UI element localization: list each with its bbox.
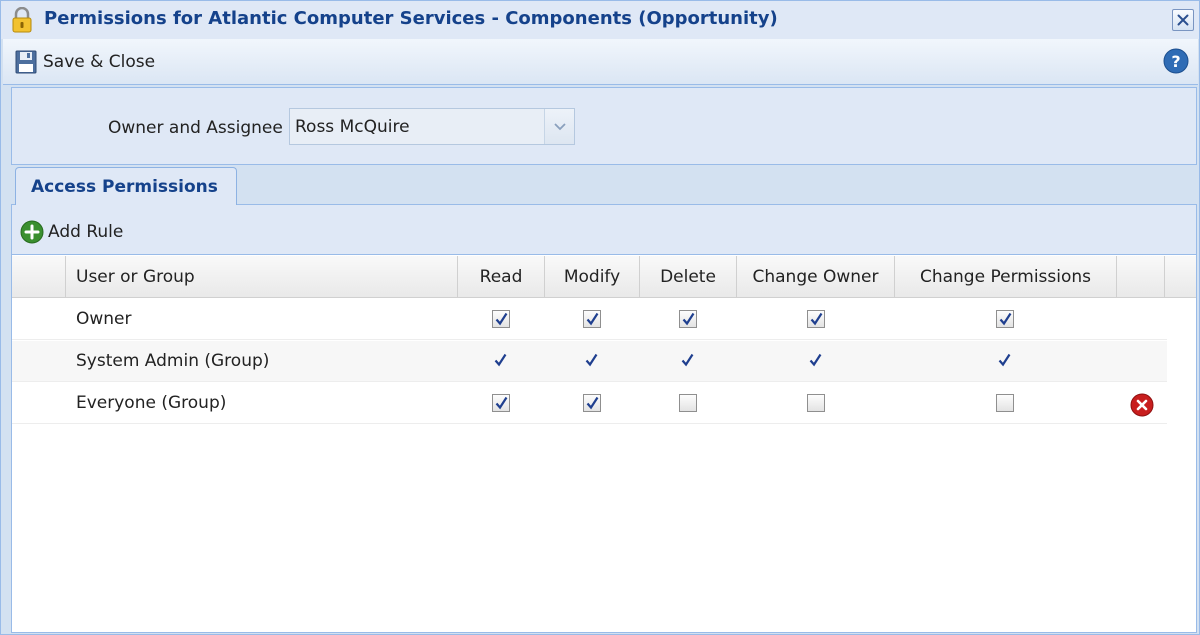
save-close-button[interactable]: Save & Close [15, 48, 155, 76]
header-label: Change Permissions [919, 267, 1092, 287]
window-title: Permissions for Atlantic Computer Servic… [44, 8, 778, 29]
grid-toolbar: Add Rule [12, 205, 1196, 255]
checkbox-change-owner[interactable] [807, 394, 825, 412]
svg-text:?: ? [1171, 52, 1180, 71]
checkbox-read[interactable] [492, 394, 510, 412]
owner-label: Owner and Assignee [108, 118, 283, 138]
floppy-disk-icon [15, 50, 37, 74]
checkbox-delete[interactable] [679, 352, 697, 370]
header-label: Change Owner [752, 267, 879, 287]
checkmark-icon [999, 312, 1012, 326]
grid-header: User or Group Read Modify Delete Change … [12, 256, 1196, 298]
checkbox-modify[interactable] [583, 310, 601, 328]
owner-panel: Owner and Assignee Ross McQuire [11, 87, 1197, 165]
header-change-permissions[interactable]: Change Permissions [895, 256, 1117, 298]
checkmark-icon [495, 396, 508, 410]
row-user-or-group: System Admin (Group) [76, 351, 270, 371]
title-bar: Permissions for Atlantic Computer Servic… [1, 1, 1199, 39]
owner-combobox[interactable]: Ross McQuire [289, 108, 575, 145]
header-read[interactable]: Read [458, 256, 545, 298]
tab-strip: Access Permissions [11, 167, 1197, 205]
header-delete[interactable]: Delete [640, 256, 737, 298]
checkmark-icon [998, 353, 1011, 367]
permissions-window: Permissions for Atlantic Computer Servic… [0, 0, 1200, 635]
main-toolbar: Save & Close ? [3, 39, 1198, 85]
header-user-or-group[interactable]: User or Group [66, 256, 458, 298]
header-blank-cell [12, 256, 66, 298]
checkbox-change-owner[interactable] [807, 310, 825, 328]
checkbox-read[interactable] [492, 352, 510, 370]
tab-label: Access Permissions [31, 177, 218, 197]
checkbox-modify[interactable] [583, 352, 601, 370]
header-action-cell [1117, 256, 1165, 298]
lock-icon [12, 7, 32, 33]
chevron-down-icon [553, 122, 566, 130]
add-rule-button[interactable]: Add Rule [20, 219, 123, 245]
header-label: Read [479, 267, 523, 287]
checkmark-icon [681, 353, 694, 367]
owner-dropdown-trigger[interactable] [544, 109, 574, 144]
row-user-or-group: Owner [76, 309, 132, 329]
table-row[interactable]: System Admin (Group) [12, 341, 1167, 382]
checkbox-change-permissions[interactable] [996, 310, 1014, 328]
checkmark-icon [494, 353, 507, 367]
close-icon [1177, 14, 1189, 26]
header-label: User or Group [76, 267, 195, 287]
checkbox-modify[interactable] [583, 394, 601, 412]
checkmark-icon [809, 353, 822, 367]
permissions-grid-panel: Add Rule User or Group Read Modify Delet… [11, 205, 1197, 633]
checkbox-delete[interactable] [679, 394, 697, 412]
checkmark-icon [586, 396, 599, 410]
header-label: Modify [563, 267, 621, 287]
header-modify[interactable]: Modify [545, 256, 640, 298]
delete-icon[interactable] [1130, 393, 1154, 417]
checkbox-change-owner[interactable] [807, 352, 825, 370]
checkmark-icon [810, 312, 823, 326]
checkbox-change-permissions[interactable] [996, 352, 1014, 370]
row-user-or-group: Everyone (Group) [76, 393, 227, 413]
checkbox-change-permissions[interactable] [996, 394, 1014, 412]
checkmark-icon [586, 312, 599, 326]
checkmark-icon [682, 312, 695, 326]
header-change-owner[interactable]: Change Owner [737, 256, 895, 298]
header-label: Delete [660, 267, 716, 287]
table-row[interactable]: Owner [12, 299, 1167, 340]
add-icon [20, 220, 44, 244]
checkmark-icon [585, 353, 598, 367]
checkmark-icon [495, 312, 508, 326]
tab-access-permissions[interactable]: Access Permissions [15, 167, 237, 205]
add-rule-label: Add Rule [48, 222, 124, 242]
checkbox-delete[interactable] [679, 310, 697, 328]
close-button[interactable] [1172, 9, 1194, 31]
checkbox-read[interactable] [492, 310, 510, 328]
save-close-label: Save & Close [43, 52, 156, 72]
table-row[interactable]: Everyone (Group) [12, 383, 1167, 424]
help-icon[interactable]: ? [1163, 48, 1189, 74]
owner-value[interactable]: Ross McQuire [290, 109, 544, 144]
